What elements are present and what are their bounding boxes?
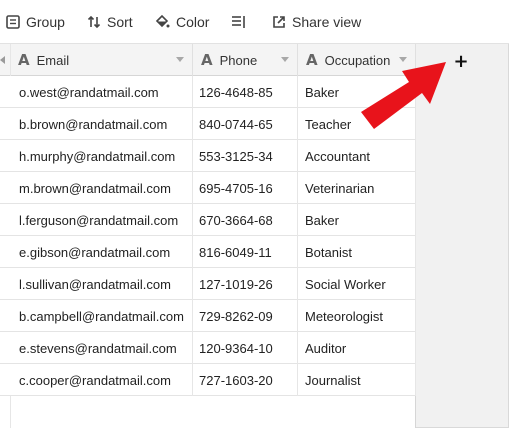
email-cell[interactable]: c.cooper@randatmail.com <box>10 364 193 396</box>
column-header-label: Phone <box>219 52 258 68</box>
table-row[interactable]: e.stevens@randatmail.com 120-9364-10 Aud… <box>0 332 416 364</box>
data-grid: A Email A Phone A Occupation o.west@rand… <box>0 44 416 428</box>
table-row[interactable]: b.campbell@randatmail.com 729-8262-09 Me… <box>0 300 416 332</box>
occupation-cell[interactable]: Baker <box>298 204 416 236</box>
grid-header: A Email A Phone A Occupation <box>0 44 416 76</box>
table-row[interactable]: e.gibson@randatmail.com 816-6049-11 Bota… <box>0 236 416 268</box>
sort-button[interactable]: Sort <box>87 0 133 44</box>
column-header-email[interactable]: A Email <box>10 44 193 76</box>
table-row[interactable]: b.brown@randatmail.com 840-0744-65 Teach… <box>0 108 416 140</box>
phone-cell[interactable]: 127-1019-26 <box>193 268 298 300</box>
phone-cell[interactable]: 695-4705-16 <box>193 172 298 204</box>
email-cell[interactable]: m.brown@randatmail.com <box>10 172 193 204</box>
row-height-button[interactable] <box>231 0 247 44</box>
occupation-cell[interactable]: Journalist <box>298 364 416 396</box>
occupation-cell[interactable]: Accountant <box>298 140 416 172</box>
email-cell[interactable]: o.west@randatmail.com <box>10 76 193 108</box>
share-icon <box>272 15 286 29</box>
share-view-button[interactable]: Share view <box>272 0 361 44</box>
scroll-left-indicator[interactable] <box>0 56 5 64</box>
text-field-icon: A <box>201 51 213 69</box>
color-icon <box>154 14 170 30</box>
group-button[interactable]: Group <box>6 0 65 44</box>
column-header-label: Email <box>36 52 70 68</box>
add-field-button[interactable]: + <box>450 50 472 72</box>
email-cell[interactable]: h.murphy@randatmail.com <box>10 140 193 172</box>
table-row[interactable]: o.west@randatmail.com 126-4648-85 Baker <box>0 76 416 108</box>
sort-icon <box>87 15 101 29</box>
phone-cell[interactable]: 120-9364-10 <box>193 332 298 364</box>
table-row[interactable]: h.murphy@randatmail.com 553-3125-34 Acco… <box>0 140 416 172</box>
row-height-icon <box>231 15 247 29</box>
table-row[interactable]: c.cooper@randatmail.com 727-1603-20 Jour… <box>0 364 416 396</box>
share-view-label: Share view <box>292 14 362 30</box>
phone-cell[interactable]: 126-4648-85 <box>193 76 298 108</box>
phone-cell[interactable]: 670-3664-68 <box>193 204 298 236</box>
group-icon <box>6 15 20 29</box>
email-cell[interactable]: l.sullivan@randatmail.com <box>10 268 193 300</box>
occupation-cell[interactable]: Meteorologist <box>298 300 416 332</box>
chevron-down-icon[interactable] <box>176 57 184 62</box>
red-arrow-annotation <box>361 62 446 129</box>
view-toolbar: Group Sort Color Share view <box>0 0 509 44</box>
phone-cell[interactable]: 553-3125-34 <box>193 140 298 172</box>
table-row[interactable]: m.brown@randatmail.com 695-4705-16 Veter… <box>0 172 416 204</box>
chevron-down-icon[interactable] <box>281 57 289 62</box>
occupation-cell[interactable]: Social Worker <box>298 268 416 300</box>
text-field-icon: A <box>18 51 30 69</box>
text-field-icon: A <box>306 51 318 69</box>
email-cell[interactable]: b.campbell@randatmail.com <box>10 300 193 332</box>
color-label: Color <box>176 14 210 30</box>
phone-cell[interactable]: 727-1603-20 <box>193 364 298 396</box>
color-button[interactable]: Color <box>154 0 209 44</box>
occupation-cell[interactable]: Auditor <box>298 332 416 364</box>
email-cell[interactable]: l.ferguson@randatmail.com <box>10 204 193 236</box>
email-cell[interactable]: e.gibson@randatmail.com <box>10 236 193 268</box>
column-header-phone[interactable]: A Phone <box>193 44 298 76</box>
email-cell[interactable]: b.brown@randatmail.com <box>10 108 193 140</box>
email-cell[interactable]: e.stevens@randatmail.com <box>10 332 193 364</box>
occupation-cell[interactable]: Veterinarian <box>298 172 416 204</box>
sort-label: Sort <box>107 14 133 30</box>
occupation-cell[interactable]: Botanist <box>298 236 416 268</box>
group-label: Group <box>26 14 65 30</box>
phone-cell[interactable]: 816-6049-11 <box>193 236 298 268</box>
phone-cell[interactable]: 840-0744-65 <box>193 108 298 140</box>
phone-cell[interactable]: 729-8262-09 <box>193 300 298 332</box>
table-row[interactable]: l.ferguson@randatmail.com 670-3664-68 Ba… <box>0 204 416 236</box>
table-row[interactable]: l.sullivan@randatmail.com 127-1019-26 So… <box>0 268 416 300</box>
